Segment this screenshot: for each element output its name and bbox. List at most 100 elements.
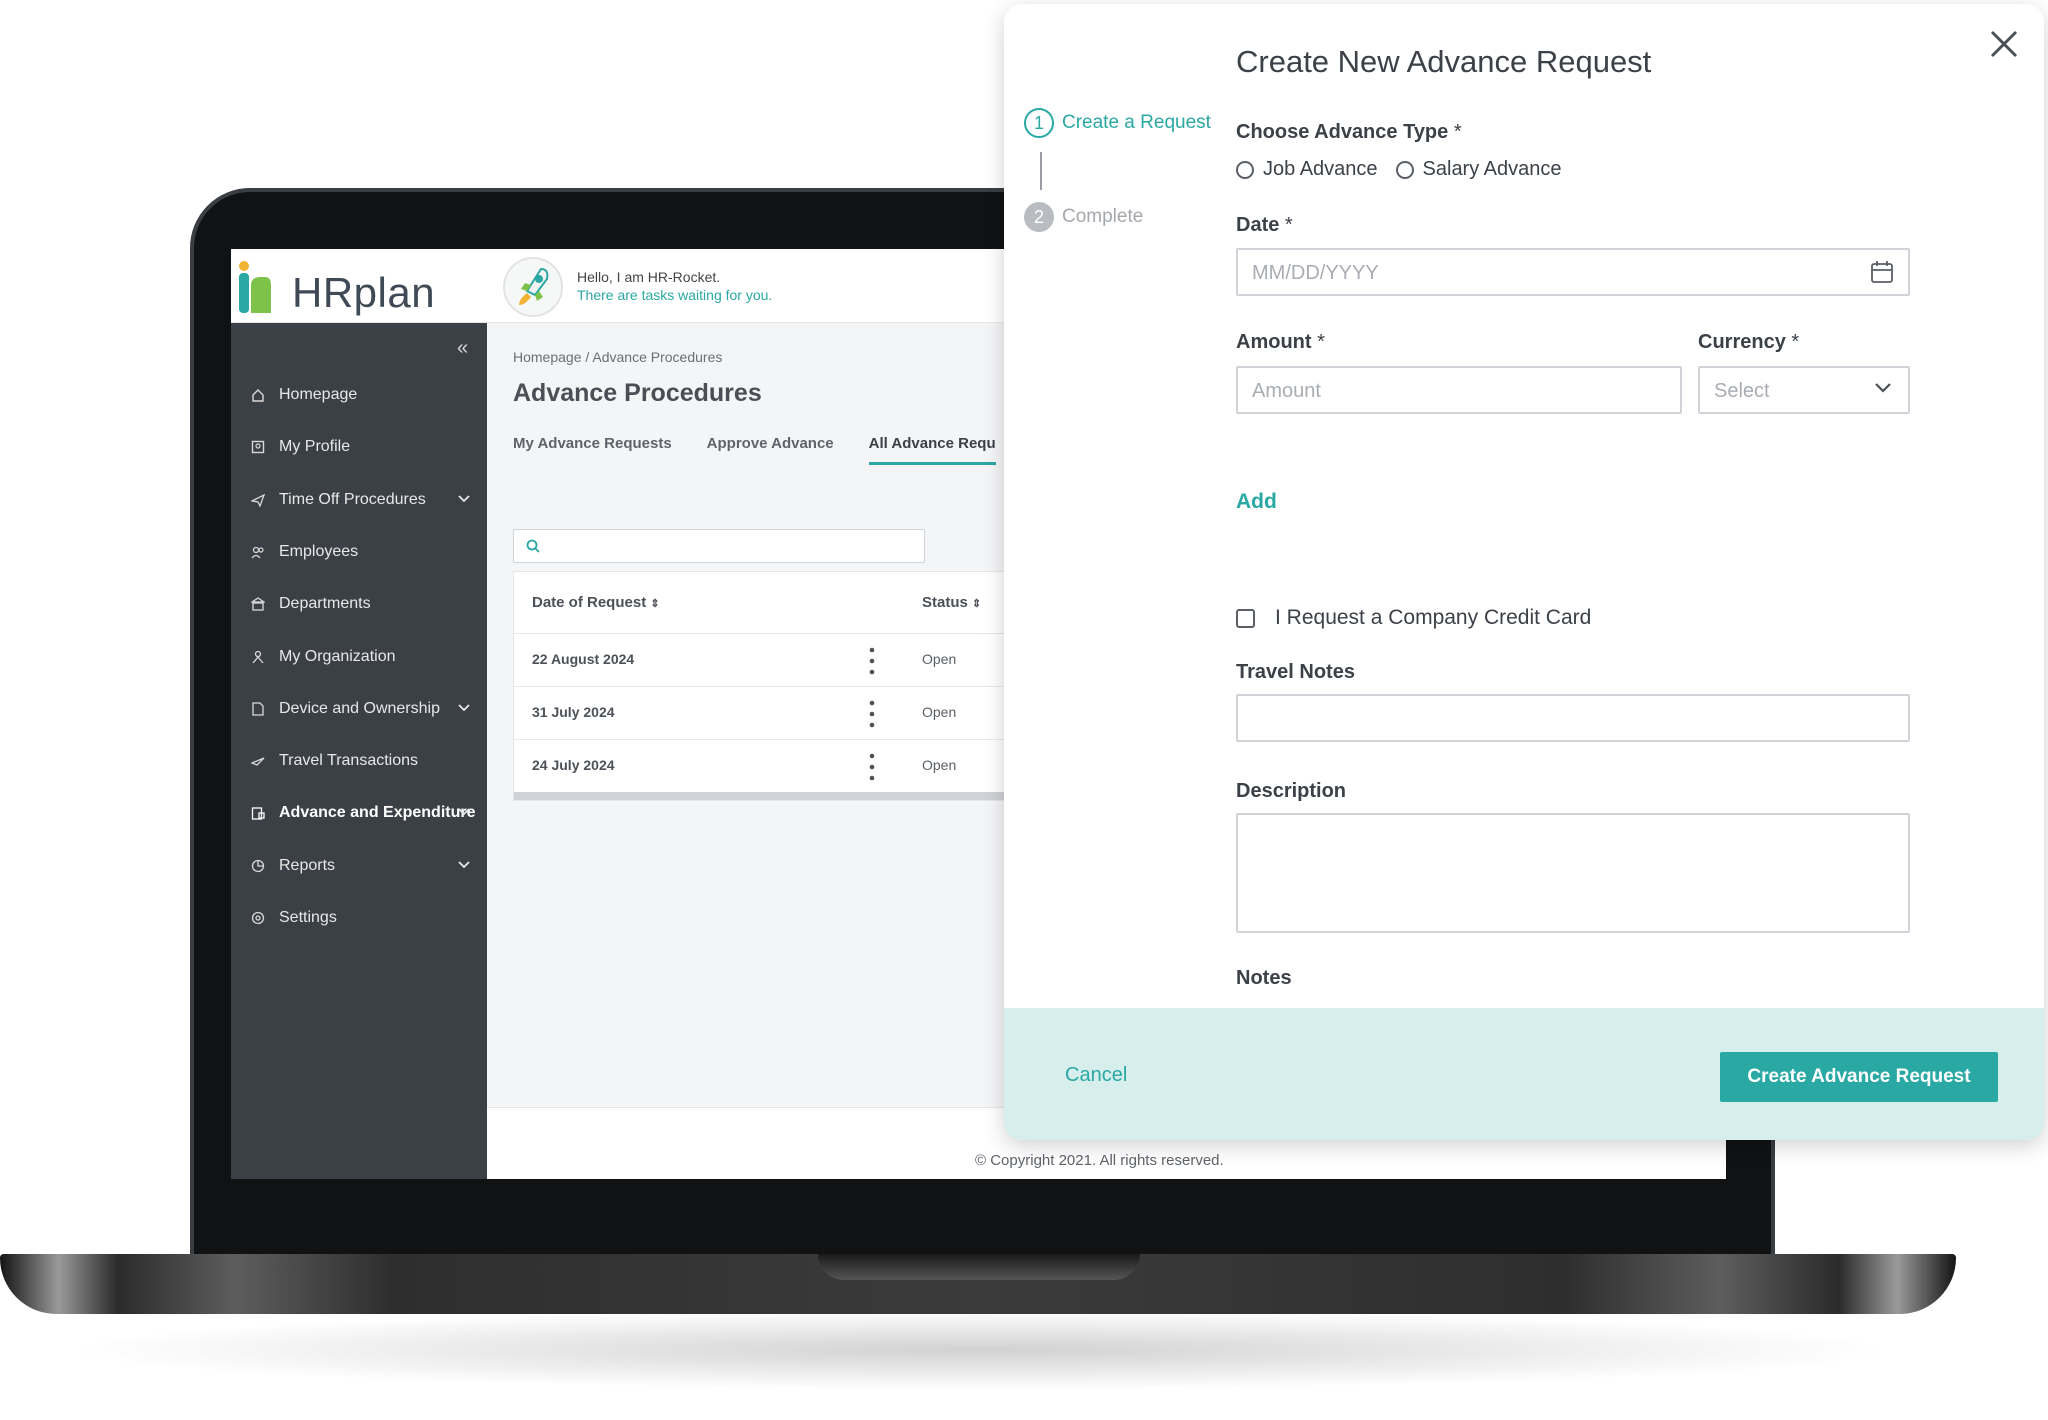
sidebar-item-my-profile[interactable]: My Profile [231, 427, 487, 467]
description-label: Description [1236, 780, 1347, 802]
home-icon [249, 388, 267, 402]
settings-icon [249, 911, 267, 925]
currency-select[interactable]: Select [1698, 366, 1910, 414]
radio-button[interactable] [1236, 160, 1254, 179]
travel-notes-label: Travel Notes [1236, 661, 1355, 683]
radio-job-advance[interactable]: Job Advance [1236, 158, 1378, 181]
add-link[interactable]: Add [1236, 490, 1277, 514]
org-icon [249, 650, 267, 664]
sidebar-item-advance-and-expenditure[interactable]: Advance and Expenditure [231, 793, 487, 833]
date-label: Date * [1236, 214, 1293, 236]
row-date: 24 July 2024 [532, 757, 615, 773]
sidebar-item-travel-transactions[interactable]: Travel Transactions [231, 741, 487, 781]
sidebar-item-label: Employees [279, 542, 359, 560]
radio-salary-advance[interactable]: Salary Advance [1395, 158, 1562, 181]
calendar-icon[interactable] [1870, 260, 1894, 284]
page-title: Advance Procedures [513, 379, 762, 407]
tab-all-advance-requests[interactable]: All Advance Requ [868, 435, 996, 465]
row-date: 22 August 2024 [532, 651, 635, 667]
tasks-waiting-link[interactable]: There are tasks waiting for you. [577, 287, 772, 303]
row-date: 31 July 2024 [532, 704, 615, 720]
sidebar-item-label: Device and Ownership [279, 699, 440, 717]
sort-icon: ⇕ [972, 598, 982, 610]
tab-my-advance-requests[interactable]: My Advance Requests [513, 435, 672, 465]
sidebar-item-label: Homepage [279, 386, 358, 403]
sidebar-item-settings[interactable]: Settings [231, 898, 487, 938]
travel-icon [249, 754, 267, 768]
advance-type-radio-group: Job Advance Salary Advance [1236, 158, 1580, 181]
stepper-step-create-request: 1 Create a Request [1024, 108, 1211, 138]
sidebar-item-label: My Profile [279, 438, 351, 456]
laptop-shadow [60, 1310, 1900, 1390]
step-number: 1 [1024, 108, 1054, 138]
laptop-notch [818, 1254, 1140, 1280]
currency-label: Currency * [1698, 331, 1800, 353]
hrplan-logo-icon [239, 261, 271, 313]
table-row[interactable]: 24 July 2024 Open [514, 740, 1052, 793]
row-actions-icon[interactable] [869, 752, 875, 782]
collapse-sidebar-icon[interactable]: « [457, 337, 468, 360]
sidebar-item-departments[interactable]: Departments [231, 584, 487, 624]
table-header: Date of Request ⇕ Status ⇕ [514, 572, 1052, 634]
sidebar-item-employees[interactable]: Employees [231, 532, 487, 572]
search-icon [526, 539, 540, 553]
notes-label: Notes [1236, 967, 1292, 989]
copyright-text: © Copyright 2021. All rights reserved. [975, 1152, 1224, 1169]
row-status: Open [922, 704, 957, 720]
step-number: 2 [1024, 202, 1054, 232]
row-status: Open [922, 757, 957, 773]
row-actions-icon[interactable] [869, 699, 875, 729]
close-icon [1990, 30, 2018, 58]
amount-label: Amount * [1236, 331, 1325, 353]
stepper-connector [1040, 152, 1042, 190]
sidebar-item-label: Departments [279, 595, 371, 613]
horizontal-scrollbar[interactable] [514, 792, 1052, 800]
company-credit-card-checkbox[interactable]: I Request a Company Credit Card [1236, 606, 1591, 630]
chevron-down-icon [458, 861, 470, 868]
sidebar: « Homepage My Profile Time Off Procedures E… [231, 323, 487, 1179]
checkbox[interactable] [1236, 608, 1255, 628]
modal-title: Create New Advance Request [1236, 44, 1652, 79]
step-label: Complete [1062, 206, 1144, 227]
column-status[interactable]: Status ⇕ [922, 594, 981, 611]
advance-type-label: Choose Advance Type * [1236, 121, 1462, 143]
profile-icon [249, 440, 267, 454]
sidebar-item-label: My Organization [279, 647, 396, 665]
radio-button[interactable] [1395, 160, 1414, 179]
search-input[interactable] [513, 529, 925, 563]
sidebar-item-time-off-procedures[interactable]: Time Off Procedures [231, 480, 487, 520]
sidebar-item-reports[interactable]: Reports [231, 846, 487, 886]
cancel-button[interactable]: Cancel [1065, 1064, 1127, 1087]
chevron-down-icon [458, 808, 470, 816]
table-row[interactable]: 31 July 2024 Open [514, 687, 1052, 740]
travel-notes-field[interactable] [1236, 694, 1910, 742]
sidebar-item-homepage[interactable]: Homepage [231, 375, 487, 415]
sidebar-item-device-and-ownership[interactable]: Device and Ownership [231, 689, 487, 729]
date-field[interactable]: MM/DD/YYYY [1236, 248, 1910, 296]
sidebar-item-label: Advance and Expenditure [279, 804, 476, 822]
row-status: Open [922, 651, 957, 667]
modal-footer: Cancel Create Advance Request [1004, 1008, 2044, 1140]
hr-rocket-avatar[interactable] [503, 257, 563, 317]
sidebar-item-my-organization[interactable]: My Organization [231, 637, 487, 677]
greeting-text: Hello, I am HR-Rocket. [577, 269, 721, 285]
logo-text: HRplan [292, 269, 436, 316]
row-actions-icon[interactable] [869, 646, 875, 676]
sidebar-item-label: Reports [279, 856, 336, 874]
create-advance-request-modal: Create New Advance Request 1 Create a Re… [1004, 4, 2044, 1140]
amount-field[interactable]: Amount [1236, 366, 1682, 414]
breadcrumb[interactable]: Homepage / Advance Procedures [513, 349, 722, 365]
hrplan-logo[interactable]: HRplan [237, 255, 457, 319]
sort-icon: ⇕ [650, 598, 660, 610]
create-advance-request-button[interactable]: Create Advance Request [1720, 1052, 1998, 1102]
sidebar-item-label: Time Off Procedures [279, 490, 426, 508]
close-modal-button[interactable] [1984, 24, 2024, 64]
description-textarea[interactable] [1236, 813, 1910, 933]
step-label: Create a Request [1062, 112, 1211, 133]
table-row[interactable]: 22 August 2024 Open [514, 634, 1052, 687]
stepper-step-complete: 2 Complete [1024, 202, 1143, 232]
device-icon [249, 702, 267, 716]
column-date-of-request[interactable]: Date of Request ⇕ [532, 594, 660, 611]
tab-approve-advance[interactable]: Approve Advance [707, 435, 834, 465]
wallet-icon [249, 806, 267, 821]
